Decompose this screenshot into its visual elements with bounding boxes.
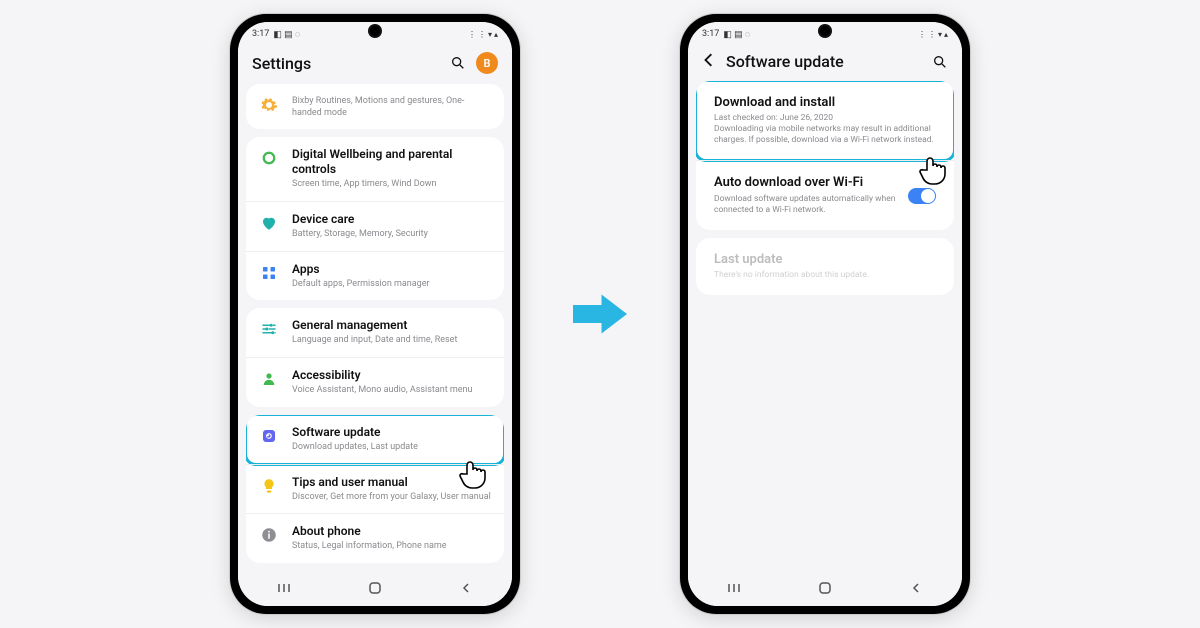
search-icon[interactable]: [450, 55, 466, 71]
row-subtitle: Default apps, Permission manager: [292, 279, 492, 291]
status-left-icons: ◧ ▤ ◌: [273, 29, 300, 40]
back-icon[interactable]: [702, 52, 716, 71]
status-right-icons: ⋮ ⋮ ▾ ▴: [468, 30, 498, 39]
settings-row[interactable]: Accessibility Voice Assistant, Mono audio…: [246, 357, 504, 407]
row-title: About phone: [292, 524, 492, 539]
row-subtitle: Download updates, Last update: [292, 442, 492, 454]
arrow-icon: [570, 284, 630, 344]
header-right: Software update: [688, 46, 962, 81]
status-right-icons: ⋮ ⋮ ▾ ▴: [918, 30, 948, 39]
header-left: Settings B: [238, 46, 512, 84]
bulb-icon: [258, 475, 280, 497]
status-time: 3:17: [252, 29, 269, 39]
card: Last update There's no information about…: [696, 238, 954, 295]
back-button[interactable]: [901, 582, 931, 594]
row-title: Digital Wellbeing and parental controls: [292, 147, 492, 177]
home-button[interactable]: [810, 581, 840, 595]
settings-row[interactable]: Device care Battery, Storage, Memory, Sec…: [246, 201, 504, 251]
page-title: Software update: [726, 52, 922, 71]
tap-cursor-icon: [913, 150, 953, 190]
screen-right: 3:17 ◧ ▤ ◌ ⋮ ⋮ ▾ ▴ Software update Downl…: [688, 22, 962, 606]
grid-icon: [258, 262, 280, 284]
settings-row[interactable]: Digital Wellbeing and parental controls S…: [246, 137, 504, 201]
avatar[interactable]: B: [476, 52, 498, 74]
refresh-icon: [258, 425, 280, 447]
gear-icon: [258, 94, 280, 116]
settings-card: General management Language and input, Da…: [246, 308, 504, 406]
row-subtitle: Download software updates automatically …: [714, 194, 896, 216]
front-camera: [820, 26, 830, 36]
phone-right: 3:17 ◧ ▤ ◌ ⋮ ⋮ ▾ ▴ Software update Downl…: [680, 14, 970, 614]
row-title: General management: [292, 318, 492, 333]
recents-button[interactable]: [719, 582, 749, 594]
row-subtitle: Screen time, App timers, Wind Down: [292, 179, 492, 191]
row-title: Apps: [292, 262, 492, 277]
row-subtitle: There's no information about this update…: [714, 270, 936, 281]
search-icon[interactable]: [932, 54, 948, 70]
screen-left: 3:17 ◧ ▤ ◌ ⋮ ⋮ ▾ ▴ Settings B Bixby Rout…: [238, 22, 512, 606]
settings-row[interactable]: General management Language and input, Da…: [246, 308, 504, 357]
row-subtitle: Battery, Storage, Memory, Security: [292, 229, 492, 241]
settings-row[interactable]: Bixby Routines, Motions and gestures, On…: [246, 84, 504, 129]
tap-cursor-icon: [453, 454, 493, 494]
row-title: Device care: [292, 212, 492, 227]
recents-button[interactable]: [269, 582, 299, 594]
phone-left: 3:17 ◧ ▤ ◌ ⋮ ⋮ ▾ ▴ Settings B Bixby Rout…: [230, 14, 520, 614]
settings-card: Bixby Routines, Motions and gestures, On…: [246, 84, 504, 129]
sliders-icon: [258, 318, 280, 340]
row-subtitle: Voice Assistant, Mono audio, Assistant m…: [292, 385, 492, 397]
row-title: Download and install: [714, 95, 936, 111]
heart-icon: [258, 212, 280, 234]
settings-row[interactable]: Apps Default apps, Permission manager: [246, 251, 504, 301]
row-title: Software update: [292, 425, 492, 440]
row-download-install[interactable]: Download and install Last checked on: Ju…: [696, 81, 954, 160]
front-camera: [370, 26, 380, 36]
status-left-icons: ◧ ▤ ◌: [723, 29, 750, 40]
settings-card: Digital Wellbeing and parental controls S…: [246, 137, 504, 300]
nav-bar: [238, 570, 512, 606]
nav-bar: [688, 570, 962, 606]
page-title: Settings: [252, 54, 440, 73]
home-button[interactable]: [360, 581, 390, 595]
row-subtitle: Last checked on: June 26, 2020 Downloadi…: [714, 113, 936, 146]
settings-row[interactable]: About phone Status, Legal information, Ph…: [246, 513, 504, 563]
row-title: Auto download over Wi-Fi: [714, 175, 896, 191]
info-icon: [258, 524, 280, 546]
row-subtitle: Language and input, Date and time, Reset: [292, 335, 492, 347]
row-last-update: Last update There's no information about…: [696, 238, 954, 295]
back-button[interactable]: [451, 582, 481, 594]
row-title: Last update: [714, 252, 936, 268]
row-subtitle: Bixby Routines, Motions and gestures, On…: [292, 96, 492, 119]
status-time: 3:17: [702, 29, 719, 39]
row-subtitle: Status, Legal information, Phone name: [292, 541, 492, 553]
row-title: Accessibility: [292, 368, 492, 383]
person-icon: [258, 368, 280, 390]
ring-icon: [258, 147, 280, 169]
